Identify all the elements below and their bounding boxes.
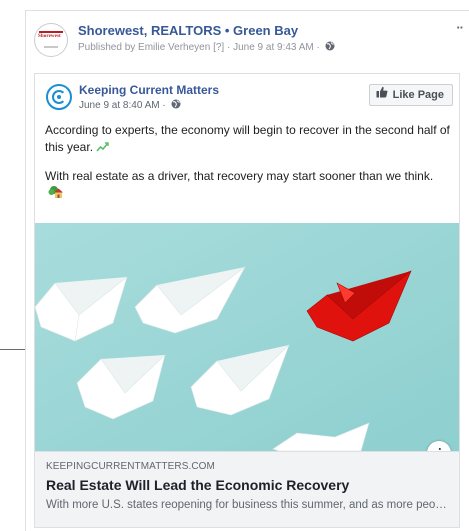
logo-bar [39, 31, 63, 33]
post-paragraph: According to experts, the economy will b… [45, 122, 450, 158]
shared-page-name-link[interactable]: Keeping Current Matters [79, 83, 219, 97]
link-title[interactable]: Real Estate Will Lead the Economic Recov… [46, 477, 349, 493]
page-avatar[interactable]: Shorewest [34, 23, 68, 57]
logo-wordmark: Shorewest [38, 34, 61, 39]
thumbs-up-icon [376, 84, 388, 106]
like-page-label: Like Page [392, 89, 444, 101]
chart-increasing-icon [96, 141, 109, 158]
post-meta: Published by Emilie Verheyen [?] · June … [78, 41, 335, 54]
link-preview-image[interactable] [35, 223, 459, 451]
facebook-post: Shorewest Shorewest, REALTORS • Green Ba… [25, 10, 469, 531]
post-meta-text: Published by Emilie Verheyen [?] · June … [78, 42, 320, 53]
shared-post-timestamp[interactable]: June 9 at 8:40 AM · [79, 99, 181, 112]
paper-boats-illustration [35, 223, 459, 451]
post-paragraph-text: With real estate as a driver, that recov… [45, 169, 434, 183]
house-with-garden-icon [48, 185, 64, 204]
post-paragraph: With real estate as a driver, that recov… [45, 168, 450, 204]
post-header: Shorewest Shorewest, REALTORS • Green Ba… [34, 21, 469, 59]
link-domain: KEEPINGCURRENTMATTERS.COM [46, 461, 215, 472]
like-page-button[interactable]: Like Page [368, 84, 453, 106]
page-name-link[interactable]: Shorewest, REALTORS • Green Bay [78, 23, 298, 38]
post-body: According to experts, the economy will b… [45, 122, 450, 214]
link-description: With more U.S. states reopening for busi… [46, 499, 448, 511]
link-preview-footer[interactable]: KEEPINGCURRENTMATTERS.COM Real Estate Wi… [35, 451, 459, 527]
more-dots-icon[interactable]: ·· [456, 21, 464, 34]
shared-post: Keeping Current Matters June 9 at 8:40 A… [34, 73, 460, 528]
logo-underline [44, 46, 58, 48]
globe-icon[interactable] [325, 41, 335, 54]
shared-timestamp-text[interactable]: June 9 at 8:40 AM · [79, 100, 166, 111]
globe-icon [171, 99, 181, 112]
kcm-avatar[interactable] [46, 84, 72, 110]
